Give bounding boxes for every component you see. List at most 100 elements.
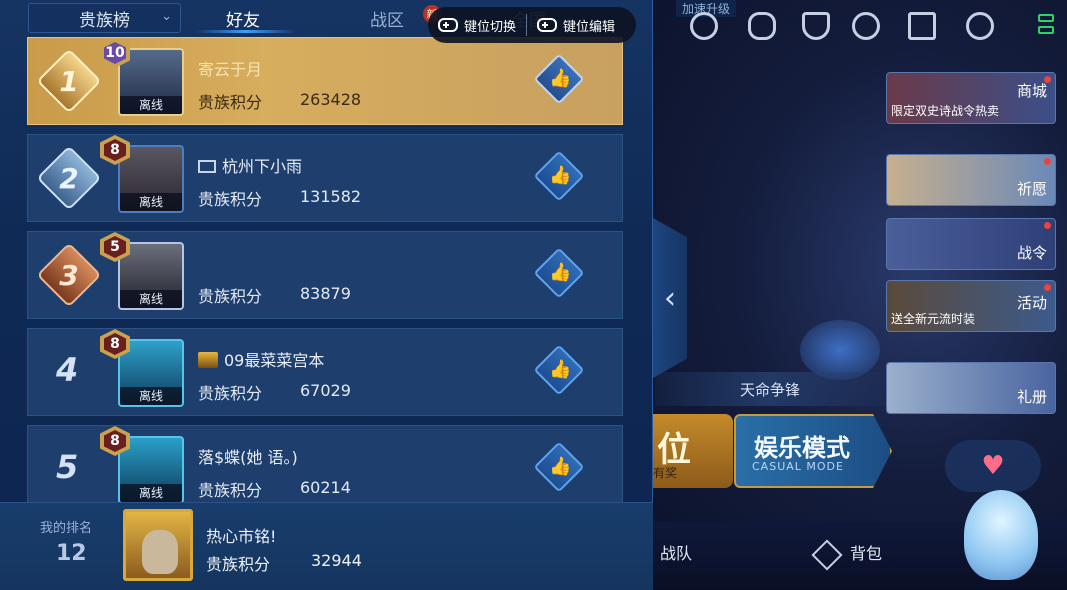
score-label: 贵族积分	[198, 190, 263, 209]
rank-row-1[interactable]: 1 离线 10 寄云于月 贵族积分 263428 👍	[27, 37, 623, 125]
offline-status: 离线	[120, 290, 182, 308]
menu-battle-pass[interactable]: 战令	[886, 218, 1056, 270]
menu-battle-pass-label: 战令	[1016, 244, 1047, 262]
ranked-mode-sub: 有奖	[653, 466, 678, 480]
my-rank-bar: 我的排名 12 热心市铭! 贵族积分 32944	[0, 502, 653, 590]
pet-mascot[interactable]	[964, 490, 1038, 580]
rank-medal-gold: 1	[36, 48, 102, 114]
my-rank-label: 我的排名	[40, 521, 93, 536]
vip-badge: 5	[100, 232, 130, 262]
heart-icon[interactable]: ♥	[945, 440, 1041, 492]
thumbs-up-icon: 👍	[549, 456, 572, 477]
chevron-left-icon: ‹	[664, 280, 676, 316]
my-avatar[interactable]	[123, 509, 193, 581]
menu-events-label: 活动	[1016, 294, 1047, 312]
ranking-panel: 贵族榜 ⌄ 好友 战区 新 全国 1 离线 10 寄云于月 贵族积分 26342…	[0, 0, 653, 590]
menu-gift-book-label: 礼册	[1016, 388, 1047, 406]
notification-dot	[1044, 222, 1051, 229]
rank-number: 1	[59, 64, 79, 98]
casual-mode-button[interactable]: 娱乐模式 CASUAL MODE	[734, 414, 892, 488]
score-value: 60214	[300, 478, 351, 497]
vip-badge: 8	[100, 329, 130, 359]
player-name-wrap: 09最菜菜宫本	[198, 347, 324, 371]
menu-gift-book[interactable]: 礼册	[886, 362, 1056, 414]
menu-events-sub: 送全新元流时装	[891, 312, 976, 326]
thumbs-up-icon: 👍	[549, 359, 572, 380]
my-player-name: 热心市铭!	[206, 527, 277, 546]
rank-row-5[interactable]: 5 离线 8 落$蝶(她 语。) 贵族积分 60214 👍	[27, 425, 623, 513]
mail-icon[interactable]	[908, 12, 936, 40]
thumbs-up-icon: 👍	[549, 68, 572, 89]
score-label: 贵族积分	[198, 481, 263, 500]
like-button[interactable]: 👍	[533, 441, 585, 493]
top-icon-bar	[690, 10, 1067, 46]
menu-shop[interactable]: 限定双史诗战令热卖 商城	[886, 72, 1056, 124]
key-edit-button[interactable]: 键位编辑	[527, 16, 625, 35]
notification-dot	[1044, 158, 1051, 165]
score-value: 67029	[300, 381, 351, 400]
rank-row-2[interactable]: 2 离线 8 杭州下小雨 贵族积分 131582 👍	[27, 134, 623, 222]
rank-number: 3	[59, 258, 79, 292]
my-score-value: 32944	[311, 551, 362, 570]
player-name: 09最菜菜宫本	[224, 351, 325, 370]
score-value: 131582	[300, 187, 362, 206]
key-switch-label: 键位切换	[464, 19, 517, 35]
player-name-wrap: 杭州下小雨	[198, 153, 302, 177]
my-score-label: 贵族积分	[206, 555, 271, 574]
menu-wish-label: 祈愿	[1016, 180, 1047, 198]
offline-status: 离线	[120, 387, 182, 405]
tab-zone[interactable]: 战区	[370, 6, 404, 31]
ranking-type-dropdown[interactable]: 贵族榜 ⌄	[28, 3, 181, 33]
player-name: 寄云于月	[198, 60, 263, 79]
tab-friends[interactable]: 好友	[226, 6, 260, 31]
menu-wish[interactable]: 祈愿	[886, 154, 1056, 206]
notification-dot	[1044, 284, 1051, 291]
collapse-panel-button[interactable]: ‹	[653, 218, 687, 378]
ranked-mode-button[interactable]: 位 有奖	[653, 414, 733, 488]
rank-row-4[interactable]: 4 离线 8 09最菜菜宫本 贵族积分 67029 👍	[27, 328, 623, 416]
like-button[interactable]: 👍	[533, 344, 585, 396]
team-flag-icon	[198, 160, 216, 173]
rank-medal-bronze: 3	[36, 242, 102, 308]
gamepad-icon	[438, 18, 458, 32]
score-value: 83879	[300, 284, 351, 303]
offline-status: 离线	[120, 96, 182, 114]
like-button[interactable]: 👍	[533, 53, 585, 105]
fate-banner[interactable]: 天命争锋	[655, 372, 885, 406]
like-button[interactable]: 👍	[533, 247, 585, 299]
eye-icon[interactable]	[748, 12, 776, 40]
scene-glow	[800, 320, 880, 380]
vip-badge: 8	[100, 426, 130, 456]
vip-badge: 8	[100, 135, 130, 165]
thumbs-up-icon: 👍	[549, 262, 572, 283]
menu-events[interactable]: 送全新元流时装 活动	[886, 280, 1056, 332]
score-label: 贵族积分	[198, 384, 263, 403]
menu-shop-sub: 限定双史诗战令热卖	[891, 104, 1000, 118]
active-tab-indicator	[196, 30, 296, 33]
score-value: 263428	[300, 90, 362, 109]
key-switch-button[interactable]: 键位切换	[428, 16, 526, 35]
svip-icon	[198, 352, 218, 368]
rank-number: 2	[59, 161, 79, 195]
target-icon[interactable]	[690, 12, 718, 40]
rank-medal-silver: 2	[36, 145, 102, 211]
rank-number: 5	[56, 448, 79, 486]
game-screen: { "tabs": { "dropdown_label": "贵族榜", "fr…	[0, 0, 1067, 590]
player-name: 杭州下小雨	[222, 157, 303, 176]
friends-icon[interactable]	[852, 12, 880, 40]
like-button[interactable]: 👍	[533, 150, 585, 202]
gear-icon[interactable]	[966, 12, 994, 40]
team-nav[interactable]: 战队	[660, 540, 692, 564]
menu-shop-label: 商城	[1016, 82, 1047, 100]
my-rank-number: 12	[56, 541, 87, 566]
offline-status: 离线	[120, 484, 182, 502]
player-name: 落$蝶(她 语。)	[198, 448, 298, 467]
key-edit-label: 键位编辑	[563, 19, 616, 35]
signal-icon	[1038, 14, 1054, 44]
thumbs-up-icon: 👍	[549, 165, 572, 186]
bag-nav[interactable]: 背包	[850, 540, 882, 564]
trophy-icon[interactable]	[802, 12, 830, 40]
rank-row-3[interactable]: 3 离线 5 贵族积分 83879 👍	[27, 231, 623, 319]
rank-number: 4	[56, 351, 79, 389]
casual-mode-title: 娱乐模式	[754, 434, 850, 462]
